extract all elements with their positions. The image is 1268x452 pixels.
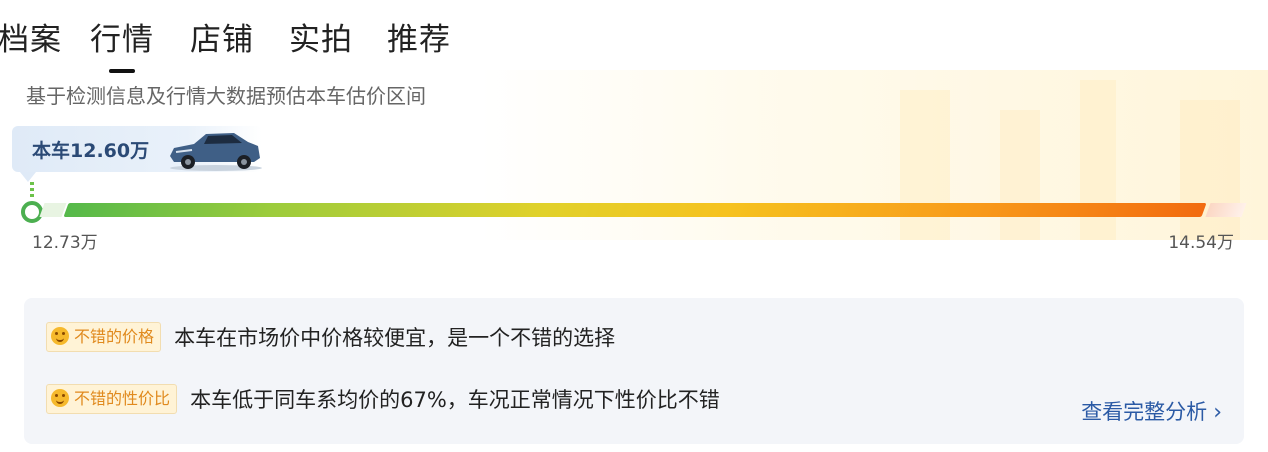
range-min-label: 12.73万	[32, 233, 98, 253]
evaluation-card: 不错的价格 本车在市场价中价格较便宜，是一个不错的选择 不错的性价比 本车低于同…	[24, 298, 1244, 444]
this-car-price: 本车12.60万	[32, 140, 150, 162]
evaluation-tag: 不错的价格	[46, 322, 162, 352]
price-marker-knob	[21, 201, 43, 223]
evaluation-text: 本车在市场价中价格较便宜，是一个不错的选择	[174, 326, 616, 350]
tab-market[interactable]: 行情	[90, 14, 154, 73]
price-range-bar	[63, 203, 1207, 217]
tab-photos[interactable]: 实拍	[289, 14, 353, 59]
range-max-label: 14.54万	[1168, 233, 1234, 253]
evaluation-row: 不错的价格 本车在市场价中价格较便宜，是一个不错的选择	[46, 322, 615, 354]
evaluation-text: 本车低于同车系均价的67%，车况正常情况下性价比不错	[190, 388, 720, 412]
evaluation-tag: 不错的性价比	[46, 384, 178, 414]
smile-face-icon	[51, 327, 69, 345]
price-marker-line	[30, 182, 34, 200]
car-icon	[170, 133, 262, 171]
evaluation-tag-label: 不错的性价比	[74, 389, 171, 408]
chevron-right-icon: ›	[1213, 400, 1222, 425]
this-car-price-bubble: 本车12.60万	[12, 126, 262, 182]
tab-bar: 档案 行情 店铺 实拍 推荐	[0, 0, 1268, 73]
range-bar-end	[1205, 203, 1247, 217]
range-bar-start	[39, 203, 67, 217]
view-full-analysis-label: 查看完整分析	[1081, 400, 1208, 424]
price-estimate-panel: 基于检测信息及行情大数据预估本车估价区间 本车12.60万 12.73万 14.…	[0, 70, 1268, 270]
evaluation-tag-label: 不错的价格	[74, 327, 155, 346]
evaluation-row: 不错的性价比 本车低于同车系均价的67%，车况正常情况下性价比不错	[46, 384, 720, 416]
view-full-analysis-link[interactable]: 查看完整分析 ›	[1081, 396, 1222, 426]
estimate-subtitle: 基于检测信息及行情大数据预估本车估价区间	[26, 84, 426, 108]
smile-face-icon	[51, 389, 69, 407]
tab-recommend[interactable]: 推荐	[387, 14, 451, 59]
tab-profile[interactable]: 档案	[0, 14, 62, 59]
tab-store[interactable]: 店铺	[190, 14, 254, 59]
